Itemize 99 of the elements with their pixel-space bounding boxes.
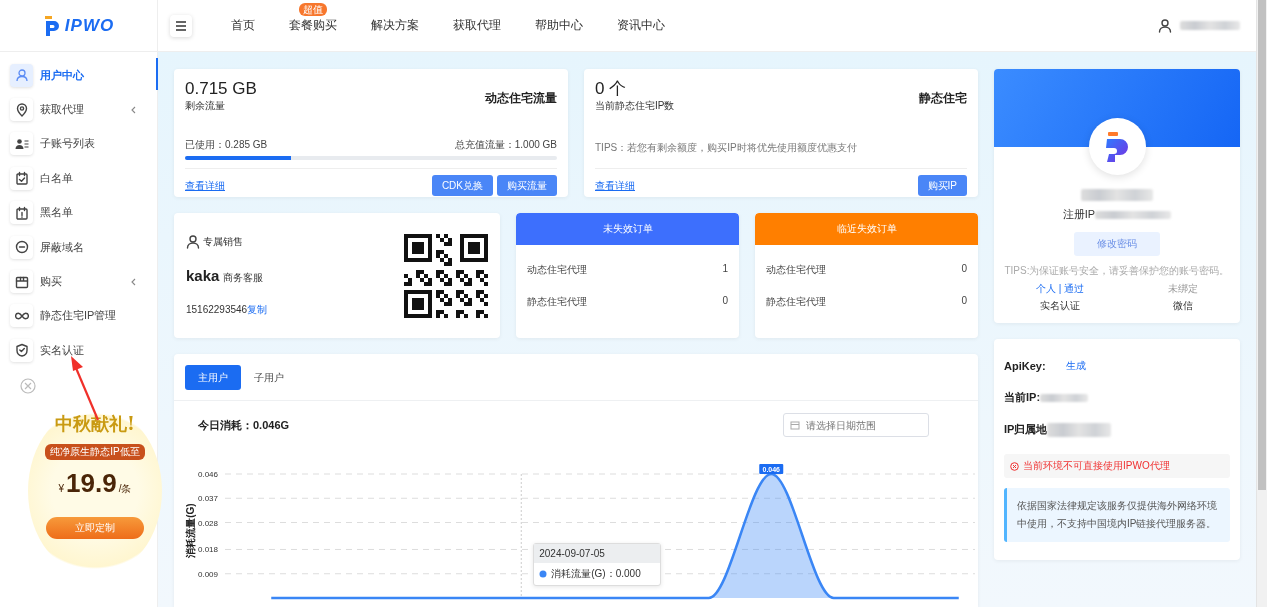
- sales-role: 商务客服: [223, 271, 264, 285]
- nav-link[interactable]: 获取代理: [453, 17, 501, 34]
- amount-value: 0 个: [595, 79, 628, 99]
- y-tick-label: 0.046: [197, 470, 219, 479]
- ip-location-label: IP归属地: [1004, 422, 1048, 437]
- tooltip-value: 消耗流量(G)：0.000: [551, 567, 641, 582]
- notice-text: 依据国家法律规定该服务仅提供海外网络环境中使用，不支持中国境内IP链接代理服务器。: [1004, 488, 1230, 542]
- sidebar-item[interactable]: 白名单: [0, 161, 157, 196]
- user-tab[interactable]: 子用户: [241, 365, 297, 390]
- card-title: 静态住宅: [919, 90, 967, 107]
- sidebar-item[interactable]: 实名认证: [0, 333, 157, 368]
- promo-subtitle: 纯净原生静态IP低至: [45, 444, 145, 460]
- status-value[interactable]: 个人 | 通过: [1035, 282, 1085, 296]
- badge: 超值: [299, 3, 327, 16]
- y-tick-label: 0.028: [197, 518, 219, 528]
- used-text: 已使用：0.285 GB: [185, 138, 268, 152]
- tooltip-title: 2024-09-07-05: [534, 544, 661, 564]
- calendar-alert-icon: [14, 205, 29, 220]
- sidebar-item[interactable]: 购买: [0, 264, 157, 299]
- sidebar-item[interactable]: 黑名单: [0, 195, 157, 230]
- minus-circle-icon: [14, 240, 29, 255]
- person-icon: [186, 234, 200, 249]
- order-card-header: 未失效订单: [516, 213, 739, 245]
- today-usage: 今日消耗：0.046G: [198, 417, 290, 433]
- order-count: 1: [722, 263, 728, 276]
- price-unit: /条: [118, 482, 132, 496]
- order-type: 静态住宅代理: [766, 295, 826, 309]
- amount-label: 当前静态住宅IP数: [595, 99, 675, 113]
- details-link[interactable]: 查看详细: [185, 178, 225, 193]
- amount-value: 0.715 GB: [185, 79, 257, 99]
- card-title: 动态住宅流量: [485, 90, 557, 107]
- order-type: 动态住宅代理: [766, 263, 826, 277]
- y-tick-label: 0.009: [197, 569, 219, 579]
- calendar-check-icon: [14, 171, 29, 186]
- order-count: 0: [961, 263, 967, 276]
- legend-dot-icon: [539, 570, 548, 579]
- y-tick-label: 0.018: [197, 545, 219, 555]
- sidebar-item[interactable]: 子账号列表: [0, 126, 157, 162]
- current-ip-label: 当前IP:: [1004, 390, 1041, 405]
- copy-link[interactable]: 复制: [247, 304, 268, 315]
- logo-text: IPWO: [64, 15, 115, 36]
- total-text: 总充值流量：1.000 GB: [454, 138, 557, 152]
- menu-icon: [175, 19, 187, 32]
- nav-link[interactable]: 解决方案: [371, 17, 419, 34]
- phone-number: 15162293546: [186, 304, 248, 315]
- blurred-text-placeholder: [1047, 422, 1112, 437]
- user-tab[interactable]: 主用户: [185, 365, 241, 390]
- currency-symbol: ¥: [58, 483, 65, 494]
- date-range-field[interactable]: 请选择日期范围: [783, 413, 929, 437]
- blurred-text-placeholder: [1040, 393, 1089, 402]
- sales-label: 专属销售: [203, 234, 243, 249]
- location-pin-icon: [14, 102, 29, 117]
- user-icon: [14, 68, 29, 83]
- order-type: 动态住宅代理: [527, 263, 587, 277]
- close-button[interactable]: [20, 378, 36, 397]
- promo-price: 19.9: [66, 468, 117, 499]
- generate-link[interactable]: 生成: [1065, 359, 1086, 373]
- sales-name: kaka: [186, 267, 220, 284]
- order-type: 静态住宅代理: [527, 295, 587, 309]
- order-card-header: 临近失效订单: [755, 213, 978, 245]
- blurred-text-placeholder: [1180, 21, 1240, 30]
- error-icon: [1010, 461, 1019, 471]
- status-label: 微信: [1173, 299, 1194, 313]
- details-link[interactable]: 查看详细: [595, 178, 635, 193]
- tips-text: TIPS：若您有剩余额度，购买IP时将优先使用额度优惠支付: [595, 141, 858, 155]
- sidebar-item[interactable]: 获取代理: [0, 92, 157, 127]
- box-icon: [14, 274, 29, 289]
- y-tick-label: 0.037: [197, 494, 219, 504]
- status-value: 未绑定: [1168, 282, 1199, 296]
- order-count: 0: [722, 295, 728, 308]
- y-axis-title: 消耗流量(G): [185, 503, 196, 558]
- security-tip: TIPS:为保证账号安全，请妥善保护您的账号密码。: [1004, 264, 1230, 278]
- logo-icon: [42, 14, 61, 37]
- chevron-icon: [130, 277, 137, 286]
- warning-text: 当前环境不可直接使用IPWO代理: [1023, 459, 1170, 473]
- close-icon: [20, 378, 36, 394]
- user-icon[interactable]: [1158, 18, 1172, 33]
- amount-label: 剩余流量: [185, 99, 226, 113]
- nav-link[interactable]: 帮助中心: [535, 17, 583, 34]
- register-ip-label: 注册IP: [1062, 207, 1096, 222]
- contacts-icon: [14, 136, 29, 151]
- blurred-text-placeholder: [1081, 189, 1153, 201]
- menu-button[interactable]: [170, 14, 192, 37]
- scrollbar-thumb[interactable]: [1258, 0, 1266, 490]
- order-count: 0: [961, 295, 967, 308]
- promo-title: 中秋献礼!: [55, 412, 135, 436]
- shield-check-icon: [14, 343, 29, 358]
- sidebar-item[interactable]: 屏蔽域名: [0, 229, 157, 265]
- calendar-icon: [790, 420, 800, 430]
- status-label: 实名认证: [1040, 299, 1081, 313]
- scrollbar[interactable]: [1256, 0, 1267, 607]
- nav-link[interactable]: 资讯中心: [617, 17, 665, 34]
- logo-icon: [1103, 130, 1131, 163]
- sidebar-item[interactable]: 静态住宅IP管理: [0, 298, 157, 334]
- apikey-label: ApiKey:: [1004, 360, 1046, 372]
- sidebar-item[interactable]: 用户中心: [0, 58, 157, 93]
- nav-link[interactable]: 套餐购买: [289, 17, 337, 34]
- chevron-icon: [130, 105, 137, 114]
- nav-link[interactable]: 首页: [231, 17, 255, 34]
